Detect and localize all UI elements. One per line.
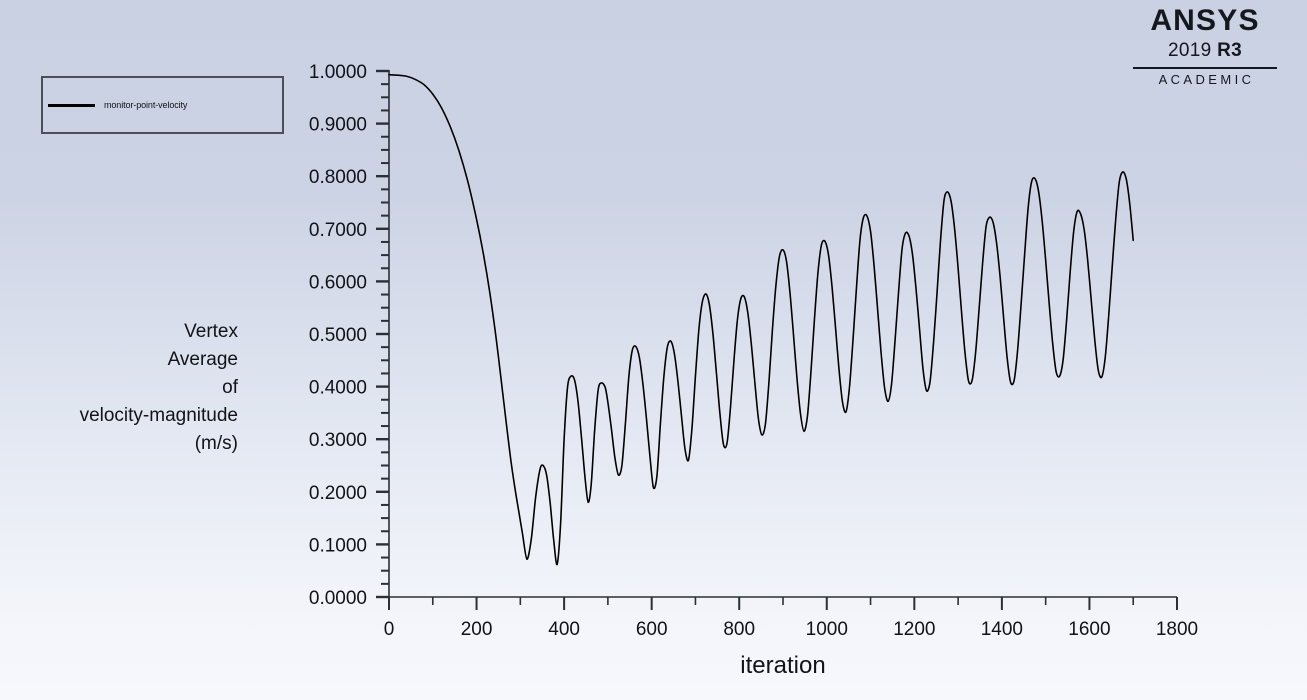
svg-text:1800: 1800 — [1156, 619, 1198, 640]
svg-text:0.7000: 0.7000 — [309, 220, 367, 241]
svg-text:1400: 1400 — [981, 619, 1023, 640]
svg-text:0.2000: 0.2000 — [309, 483, 367, 504]
svg-text:0.1000: 0.1000 — [309, 535, 367, 556]
x-axis-group: 0 200 400 600 800 1000 1200 1400 1600 1800 — [384, 596, 1198, 640]
svg-text:1200: 1200 — [893, 619, 935, 640]
svg-text:1.0000: 1.0000 — [309, 62, 367, 83]
y-axis-tick-labels: 0.0000 0.1000 0.2000 0.3000 0.4000 0.5000 0.60… — [309, 62, 367, 609]
plot-canvas: ANSYS 2019 R3 ACADEMIC monitor-point-vel… — [0, 0, 1307, 700]
svg-text:0.9000: 0.9000 — [309, 115, 367, 136]
svg-text:0.0000: 0.0000 — [309, 588, 367, 609]
svg-text:0.4000: 0.4000 — [309, 378, 367, 399]
y-axis-ticks — [376, 69, 389, 599]
svg-text:1000: 1000 — [806, 619, 848, 640]
series-line-monitor-point-velocity — [388, 73, 1135, 566]
svg-text:0: 0 — [384, 619, 395, 640]
chart-svg: 0.0000 0.1000 0.2000 0.3000 0.4000 0.5000 0.60… — [309, 62, 1198, 640]
svg-text:1600: 1600 — [1068, 619, 1110, 640]
svg-text:800: 800 — [723, 619, 755, 640]
x-axis-tick-labels: 0 200 400 600 800 1000 1200 1400 1600 1800 — [384, 619, 1198, 640]
svg-text:0.6000: 0.6000 — [309, 272, 367, 293]
svg-text:200: 200 — [461, 619, 493, 640]
svg-text:400: 400 — [548, 619, 580, 640]
svg-text:0.5000: 0.5000 — [309, 325, 367, 346]
svg-text:0.8000: 0.8000 — [309, 167, 367, 188]
y-axis-group: 0.0000 0.1000 0.2000 0.3000 0.4000 0.5000 0.60… — [309, 62, 390, 609]
x-axis-ticks — [388, 597, 1178, 610]
svg-text:600: 600 — [636, 619, 668, 640]
svg-text:0.3000: 0.3000 — [309, 430, 367, 451]
